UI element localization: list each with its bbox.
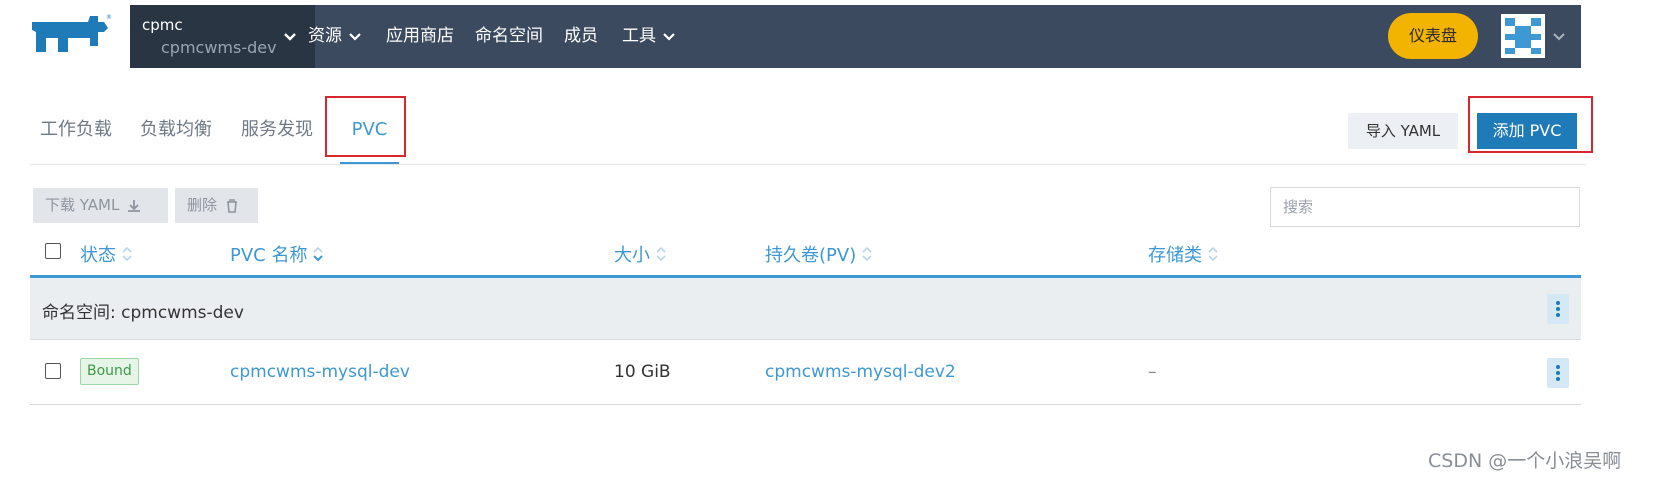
tab-service-discovery[interactable]: 服务发现 — [241, 98, 313, 164]
rancher-logo[interactable]: ® — [28, 12, 112, 58]
nav-app-store[interactable]: 应用商店 — [386, 5, 454, 68]
table-row: Bound cpmcwms-mysql-dev 10 GiB cpmcwms-m… — [30, 341, 1581, 405]
pvc-size: 10 GiB — [614, 362, 671, 382]
dashboard-button[interactable]: 仪表盘 — [1388, 13, 1478, 59]
project-switcher[interactable]: cpmc cpmcwms-dev — [130, 5, 315, 68]
column-header-state[interactable]: 状态 — [80, 240, 132, 268]
nav-resources-label: 资源 — [308, 26, 342, 46]
column-header-storage-class-label: 存储类 — [1148, 245, 1202, 266]
namespace-group-label: 命名空间: cpmcwms-dev — [42, 303, 244, 323]
trash-icon — [227, 198, 238, 213]
download-yaml-button[interactable]: 下载 YAML — [33, 188, 168, 223]
pv-link[interactable]: cpmcwms-mysql-dev2 — [765, 362, 956, 382]
import-yaml-button[interactable]: 导入 YAML — [1348, 113, 1458, 149]
add-pvc-button[interactable]: 添加 PVC — [1477, 113, 1577, 149]
kebab-menu-icon — [1556, 301, 1560, 317]
nav-members[interactable]: 成员 — [564, 5, 598, 68]
column-header-pv-label: 持久卷(PV) — [765, 245, 857, 266]
row-checkbox[interactable] — [45, 363, 61, 379]
chevron-down-icon[interactable] — [1551, 29, 1567, 45]
download-icon — [128, 199, 141, 212]
namespace-name: cpmcwms-dev — [161, 38, 277, 57]
column-header-storage-class[interactable]: 存储类 — [1148, 240, 1218, 268]
nav-namespaces[interactable]: 命名空间 — [475, 5, 543, 68]
sort-icon — [1208, 246, 1218, 262]
delete-label: 删除 — [187, 196, 218, 214]
column-header-name-label: PVC 名称 — [230, 245, 308, 266]
delete-button[interactable]: 删除 — [175, 188, 258, 223]
status-badge: Bound — [80, 358, 139, 385]
group-actions-button[interactable] — [1547, 294, 1569, 324]
project-name: cpmc — [142, 16, 183, 34]
nav-namespaces-label: 命名空间 — [475, 26, 543, 46]
sort-down-icon — [313, 246, 324, 262]
column-header-state-label: 状态 — [80, 245, 116, 266]
download-yaml-label: 下载 YAML — [45, 196, 120, 214]
column-header-pv[interactable]: 持久卷(PV) — [765, 240, 872, 268]
column-header-size-label: 大小 — [614, 245, 650, 266]
chevron-down-icon — [663, 32, 675, 41]
nav-tools[interactable]: 工具 — [622, 5, 676, 68]
select-all-checkbox[interactable] — [45, 243, 61, 259]
column-header-size[interactable]: 大小 — [614, 240, 666, 268]
svg-text:®: ® — [106, 14, 112, 21]
kebab-menu-icon — [1556, 365, 1560, 381]
storage-class: – — [1148, 362, 1157, 382]
chevron-down-icon — [284, 33, 296, 41]
column-header-name[interactable]: PVC 名称 — [230, 240, 324, 268]
sort-icon — [862, 246, 872, 262]
tab-pvc[interactable]: PVC — [340, 98, 399, 164]
tab-workloads[interactable]: 工作负载 — [40, 98, 112, 164]
top-navbar: cpmc cpmcwms-dev 资源 应用商店 命名空间 成员 工具 仪表盘 — [130, 5, 1581, 68]
sort-icon — [656, 246, 666, 262]
nav-members-label: 成员 — [564, 26, 598, 46]
nav-resources[interactable]: 资源 — [308, 5, 362, 68]
chevron-down-icon — [349, 32, 361, 41]
row-actions-button[interactable] — [1547, 358, 1569, 388]
nav-tools-label: 工具 — [622, 26, 656, 46]
sort-icon — [122, 246, 132, 262]
nav-app-store-label: 应用商店 — [386, 26, 454, 46]
pvc-name-link[interactable]: cpmcwms-mysql-dev — [230, 362, 410, 382]
search-input[interactable] — [1270, 187, 1580, 227]
namespace-group-row: 命名空间: cpmcwms-dev — [30, 278, 1581, 340]
tab-load-balancing[interactable]: 负载均衡 — [140, 98, 212, 164]
watermark: CSDN @一个小浪吴啊 — [1428, 450, 1622, 472]
avatar[interactable] — [1501, 14, 1545, 58]
